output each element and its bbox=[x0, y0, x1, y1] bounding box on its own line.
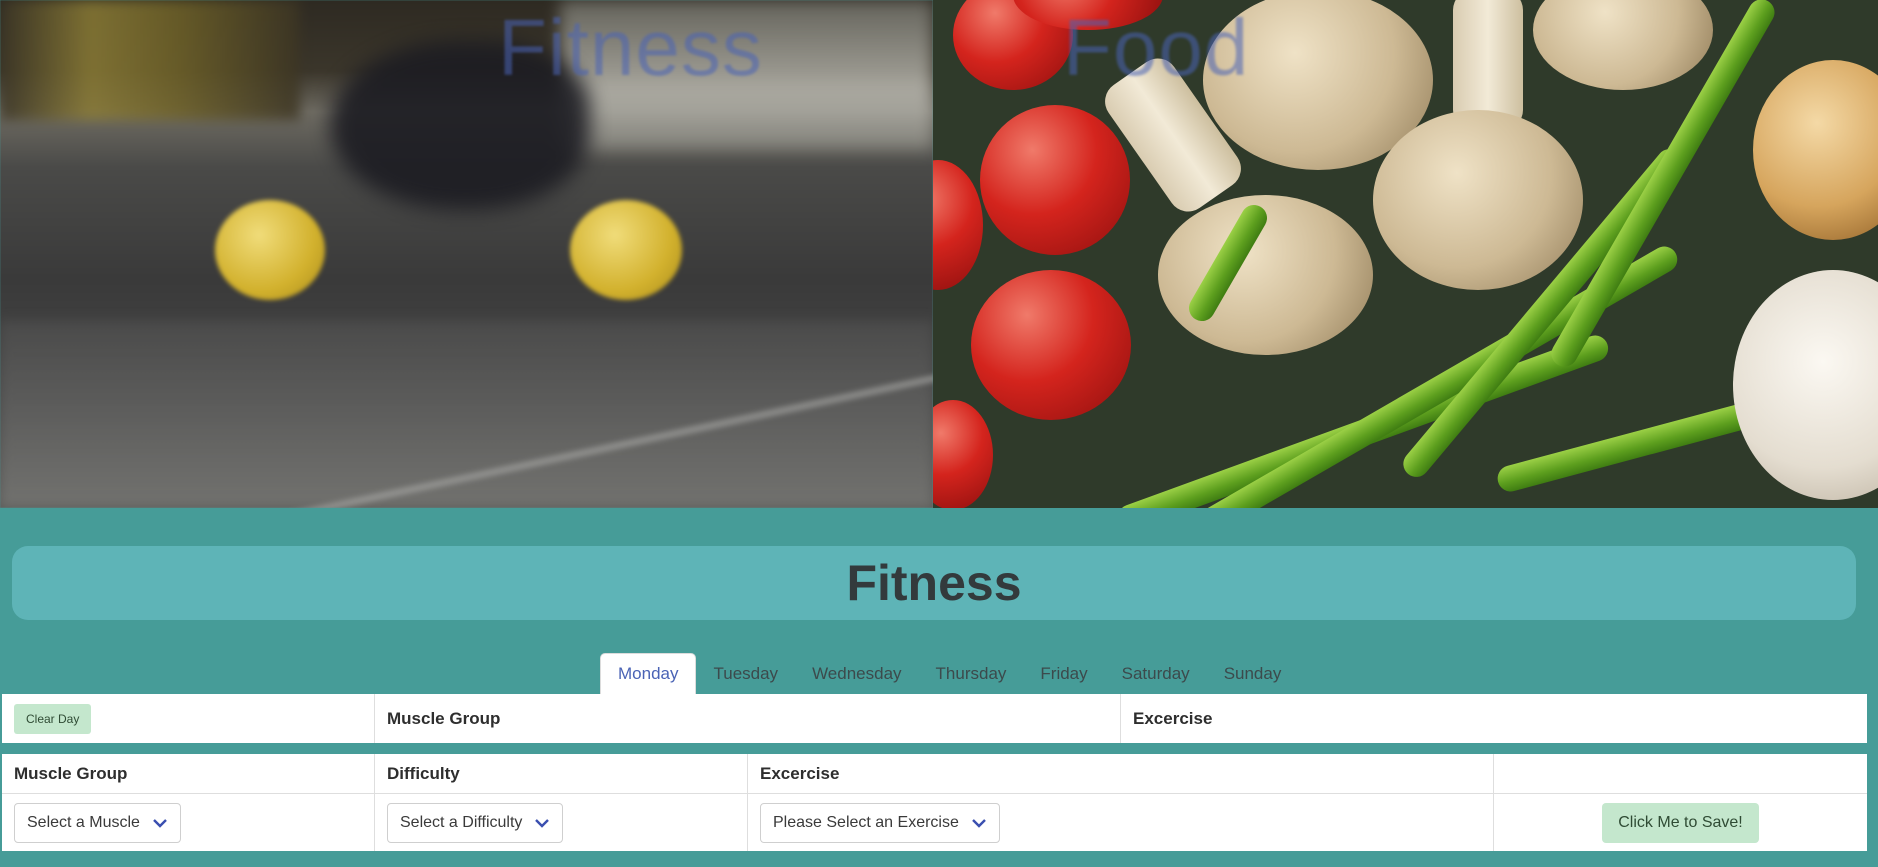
tab-thursday[interactable]: Thursday bbox=[919, 653, 1024, 694]
difficulty-select[interactable]: Select a Difficulty bbox=[387, 802, 564, 843]
page-title: Fitness bbox=[846, 555, 1022, 611]
tomato bbox=[933, 160, 983, 290]
onion bbox=[1753, 60, 1878, 240]
chevron-down-icon bbox=[153, 818, 167, 828]
hero-banner: Fitness Food bbox=[0, 0, 1878, 508]
muscle-cell: Select a Muscle bbox=[2, 794, 375, 851]
day-workout-table: Clear Day Muscle Group Excercise bbox=[2, 694, 1867, 743]
clear-day-button[interactable]: Clear Day bbox=[14, 703, 92, 734]
exercise-select[interactable]: Please Select an Exercise bbox=[760, 802, 1000, 843]
page-title-bar: Fitness bbox=[12, 546, 1856, 620]
difficulty-select-value: Select a Difficulty bbox=[400, 813, 523, 831]
tomato bbox=[980, 105, 1130, 255]
clear-cell: Clear Day bbox=[2, 694, 375, 743]
mushroom bbox=[1533, 0, 1713, 90]
fitness-hero-title[interactable]: Fitness bbox=[498, 2, 763, 94]
column-header-difficulty: Difficulty bbox=[375, 754, 748, 794]
fitness-hero-image[interactable] bbox=[0, 0, 933, 508]
tab-wednesday[interactable]: Wednesday bbox=[795, 653, 918, 694]
chevron-down-icon bbox=[535, 818, 550, 828]
chevron-down-icon bbox=[972, 818, 986, 828]
tab-tuesday[interactable]: Tuesday bbox=[696, 653, 795, 694]
difficulty-cell: Select a Difficulty bbox=[375, 794, 748, 851]
gym-background bbox=[0, 0, 300, 120]
column-header-action bbox=[1494, 754, 1867, 794]
tab-friday[interactable]: Friday bbox=[1023, 653, 1104, 694]
save-cell: Click Me to Save! bbox=[1494, 794, 1867, 851]
tab-sunday[interactable]: Sunday bbox=[1207, 653, 1299, 694]
garlic bbox=[1733, 270, 1878, 500]
table-header-row: Muscle Group Difficulty Excercise bbox=[2, 754, 1867, 794]
tab-monday[interactable]: Monday bbox=[600, 653, 697, 694]
table-header-row: Clear Day Muscle Group Excercise bbox=[2, 694, 1867, 743]
food-hero-title[interactable]: Food bbox=[1063, 2, 1249, 94]
mushroom bbox=[1373, 110, 1583, 290]
day-tabs: Monday Tuesday Wednesday Thursday Friday… bbox=[600, 653, 1298, 694]
exercise-select-value: Please Select an Exercise bbox=[773, 813, 959, 831]
column-header-exercise: Excercise bbox=[748, 754, 1494, 794]
exercise-cell: Please Select an Exercise bbox=[748, 794, 1494, 851]
tab-saturday[interactable]: Saturday bbox=[1105, 653, 1207, 694]
kettlebell-right bbox=[570, 200, 682, 300]
column-header-exercise: Excercise bbox=[1133, 708, 1213, 728]
muscle-select[interactable]: Select a Muscle bbox=[14, 802, 181, 843]
column-header-muscle-group: Muscle Group bbox=[375, 694, 1121, 743]
table-row: Select a Muscle Select a Difficulty Plea… bbox=[2, 794, 1867, 851]
tomato bbox=[971, 270, 1131, 420]
kettlebell-left bbox=[215, 200, 325, 300]
tomato bbox=[933, 400, 993, 508]
exercise-entry-table: Muscle Group Difficulty Excercise Select… bbox=[2, 754, 1867, 851]
muscle-select-value: Select a Muscle bbox=[27, 813, 140, 831]
column-header-muscle-group: Muscle Group bbox=[2, 754, 375, 794]
save-button[interactable]: Click Me to Save! bbox=[1602, 802, 1759, 843]
